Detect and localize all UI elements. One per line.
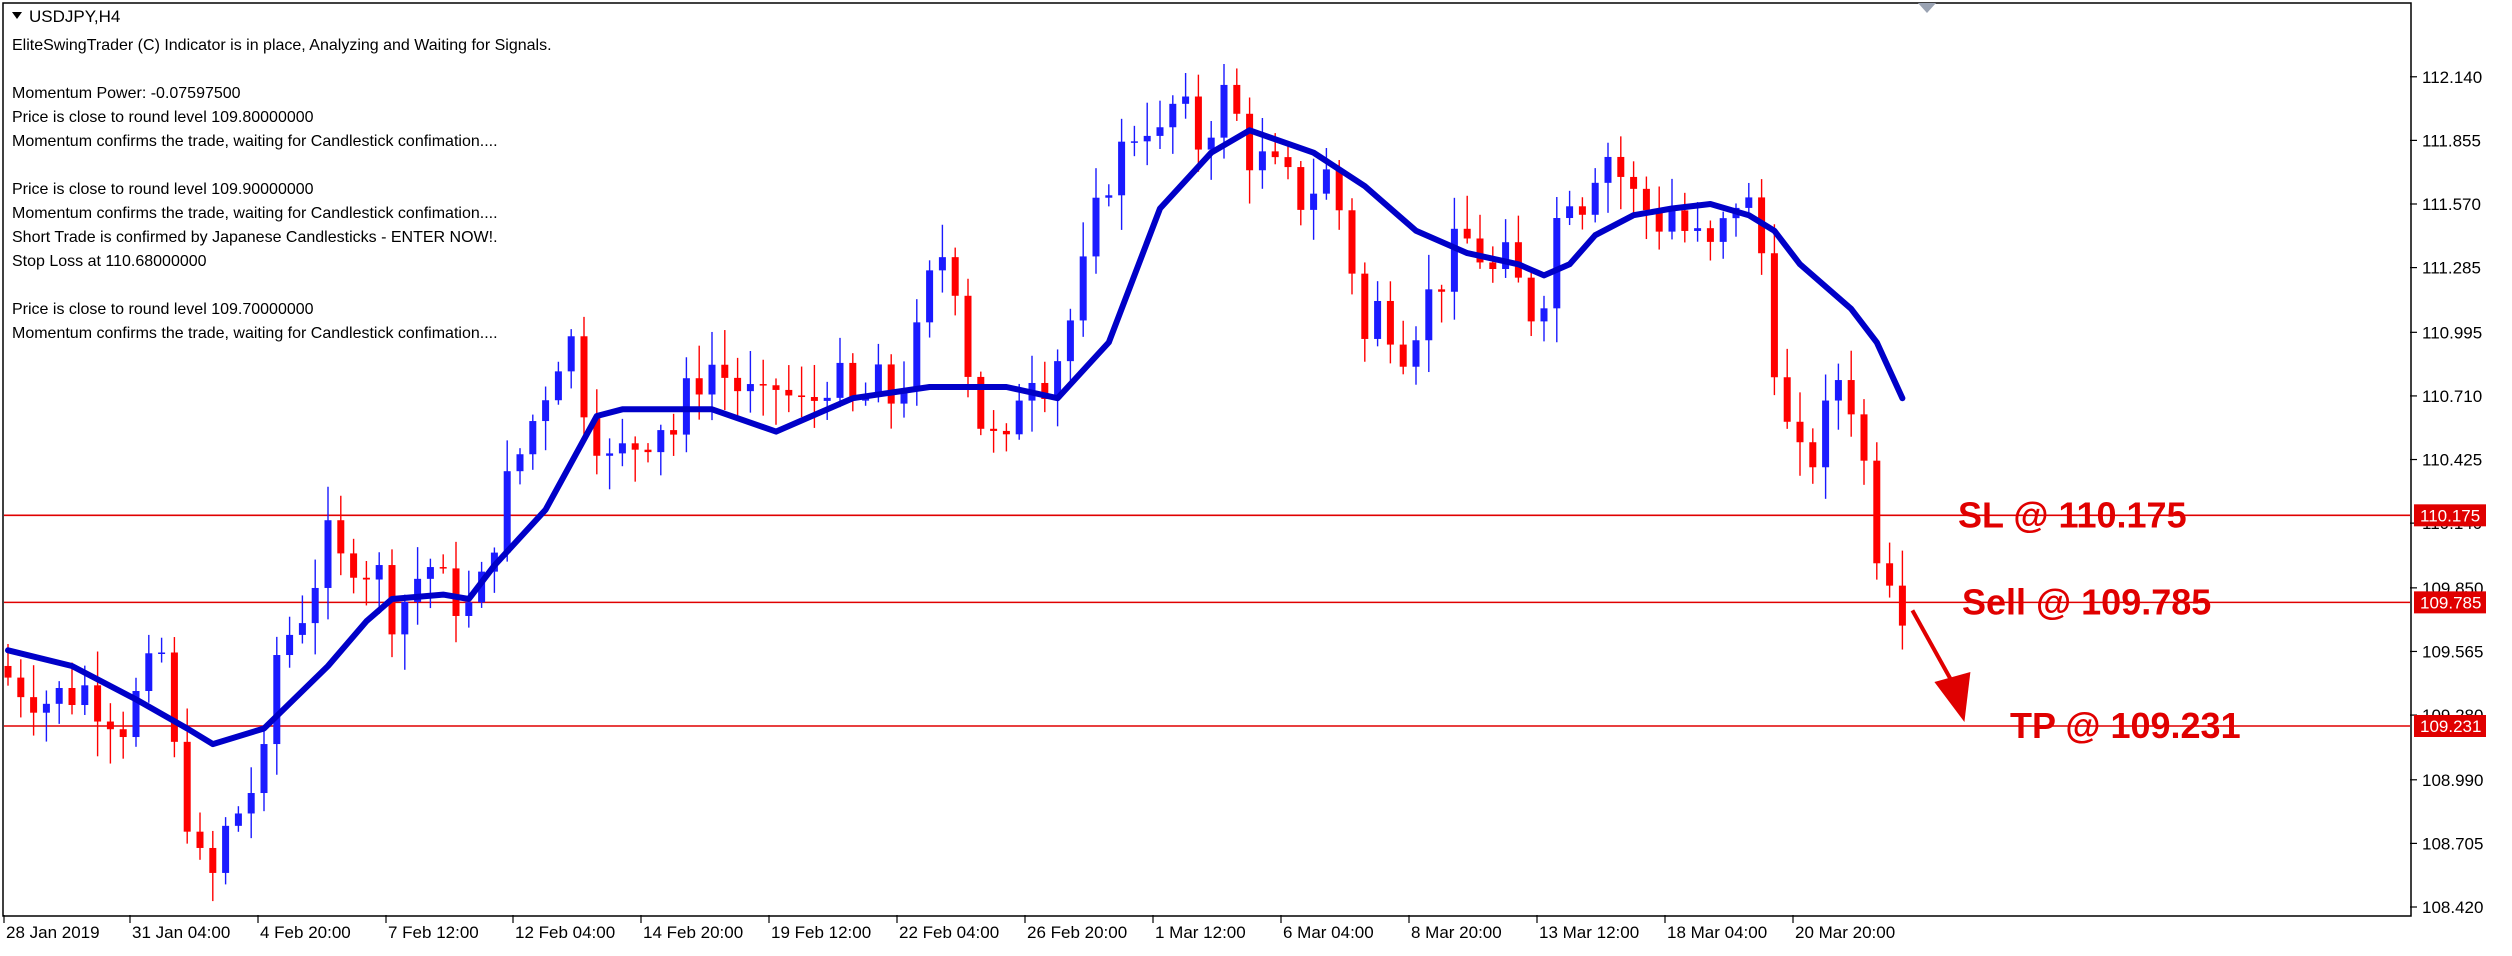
x-tick-label: 12 Feb 04:00 [515, 923, 615, 942]
x-tick-label: 13 Mar 12:00 [1539, 923, 1639, 942]
info-line: Momentum Power: -0.07597500 [12, 85, 241, 102]
x-tick-label: 22 Feb 04:00 [899, 923, 999, 942]
x-tick-label: 26 Feb 20:00 [1027, 923, 1127, 942]
x-tick-label: 7 Feb 12:00 [388, 923, 479, 942]
y-tick-label: 108.990 [2422, 771, 2483, 790]
x-tick-label: 1 Mar 12:00 [1155, 923, 1246, 942]
info-line: Stop Loss at 110.68000000 [12, 253, 207, 270]
svg-text:110.175: 110.175 [2420, 506, 2480, 525]
price-tag-1: 109.785 [2414, 591, 2486, 614]
svg-text:109.785: 109.785 [2420, 593, 2481, 612]
candle [170, 637, 178, 758]
info-line: Momentum confirms the trade, waiting for… [12, 325, 498, 342]
candle [977, 371, 985, 436]
x-tick-label: 19 Feb 12:00 [771, 923, 871, 942]
y-tick-label: 112.140 [2422, 68, 2482, 87]
y-tick-label: 111.570 [2422, 195, 2481, 214]
x-tick-label: 4 Feb 20:00 [260, 923, 351, 942]
level-annotation-2: TP @ 109.231 [2010, 705, 2241, 746]
price-chart[interactable]: SL @ 110.175 Sell @ 109.785 TP @ 109.231 U… [0, 0, 2512, 956]
y-tick-label: 110.710 [2422, 387, 2482, 406]
price-tag-0: 110.175 [2414, 504, 2486, 527]
info-line: Momentum confirms the trade, waiting for… [12, 205, 498, 222]
x-tick-label: 18 Mar 04:00 [1667, 923, 1767, 942]
y-tick-label: 111.285 [2422, 259, 2481, 278]
y-tick-label: 110.425 [2422, 451, 2482, 470]
price-tag-2: 109.231 [2414, 715, 2486, 738]
y-tick-label: 108.705 [2422, 834, 2483, 853]
info-line: Momentum confirms the trade, waiting for… [12, 133, 498, 150]
x-tick-label: 31 Jan 04:00 [132, 923, 230, 942]
info-line: Price is close to round level 109.800000… [12, 109, 314, 126]
symbol-title: USDJPY,H4 [29, 7, 120, 26]
y-tick-label: 110.995 [2422, 323, 2482, 342]
info-line: EliteSwingTrader (C) Indicator is in pla… [12, 37, 552, 54]
x-tick-label: 6 Mar 04:00 [1283, 923, 1374, 942]
info-line: Price is close to round level 109.700000… [12, 301, 314, 318]
level-annotation-1: Sell @ 109.785 [1962, 581, 2211, 622]
level-annotation-0: SL @ 110.175 [1958, 494, 2187, 535]
y-tick-label: 109.565 [2422, 642, 2483, 661]
svg-text:109.231: 109.231 [2420, 717, 2481, 736]
x-tick-label: 28 Jan 2019 [6, 923, 100, 942]
x-tick-label: 14 Feb 20:00 [643, 923, 743, 942]
y-tick-label: 108.420 [2422, 898, 2483, 917]
info-line: Short Trade is confirmed by Japanese Can… [12, 229, 498, 246]
x-tick-label: 8 Mar 20:00 [1411, 923, 1502, 942]
y-tick-label: 111.855 [2422, 131, 2481, 150]
info-line: Price is close to round level 109.900000… [12, 181, 314, 198]
x-tick-label: 20 Mar 20:00 [1795, 923, 1895, 942]
candle [1873, 442, 1881, 580]
